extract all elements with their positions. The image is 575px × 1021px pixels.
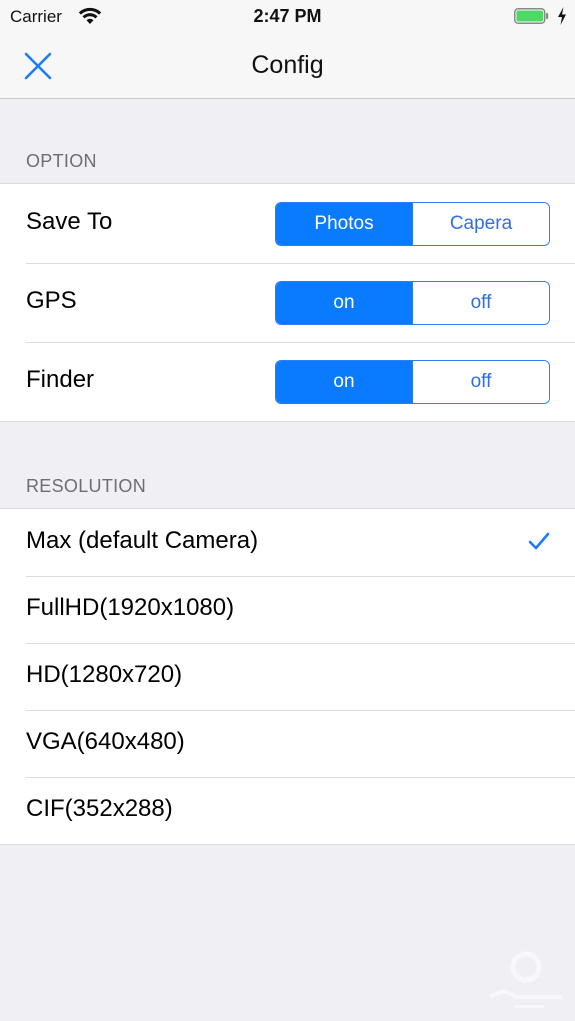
resolution-item-max[interactable]: Max (default Camera)	[0, 509, 575, 576]
charging-bolt-icon	[558, 7, 566, 25]
option-row-finder: Finder on off	[0, 342, 575, 421]
resolution-item-cif[interactable]: CIF(352x288)	[0, 777, 575, 844]
option-row-gps: GPS on off	[0, 263, 575, 342]
resolution-group: Max (default Camera) FullHD(1920x1080) H…	[0, 508, 575, 845]
option-group: Save To Photos Capera GPS on off Finder …	[0, 183, 575, 422]
resolution-label: VGA(640x480)	[26, 728, 185, 755]
segment-finder-on[interactable]: on	[276, 361, 412, 403]
resolution-label: FullHD(1920x1080)	[26, 594, 235, 621]
segment-capera[interactable]: Capera	[412, 203, 549, 245]
resolution-label: Max (default Camera)	[26, 527, 259, 554]
option-row-save-to: Save To Photos Capera	[0, 184, 575, 263]
checkmark-icon	[528, 532, 550, 550]
gps-label: GPS	[26, 287, 77, 314]
section-header-resolution: RESOLUTION	[26, 476, 147, 496]
resolution-label: CIF(352x288)	[26, 795, 173, 822]
battery-icon	[514, 8, 549, 24]
resolution-item-hd[interactable]: HD(1280x720)	[0, 643, 575, 710]
segment-gps-off[interactable]: off	[412, 282, 549, 324]
page-title: Config	[251, 51, 324, 79]
segment-photos[interactable]: Photos	[276, 203, 412, 245]
section-header-option: OPTION	[26, 151, 97, 171]
resolution-item-fullhd[interactable]: FullHD(1920x1080)	[0, 576, 575, 643]
watermark-logo-icon	[488, 951, 562, 1008]
finder-segmented-control[interactable]: on off	[275, 360, 550, 404]
segment-gps-on[interactable]: on	[276, 282, 412, 324]
resolution-label: HD(1280x720)	[26, 661, 183, 688]
gps-segmented-control[interactable]: on off	[275, 281, 550, 325]
navigation-bar: Config	[0, 34, 575, 99]
clock: 2:47 PM	[253, 6, 322, 26]
segment-finder-off[interactable]: off	[412, 361, 549, 403]
save-to-segmented-control[interactable]: Photos Capera	[275, 202, 550, 246]
status-bar: Carrier 2:47 PM	[0, 0, 575, 34]
resolution-item-vga[interactable]: VGA(640x480)	[0, 710, 575, 777]
finder-label: Finder	[26, 366, 95, 393]
save-to-label: Save To	[26, 208, 113, 235]
